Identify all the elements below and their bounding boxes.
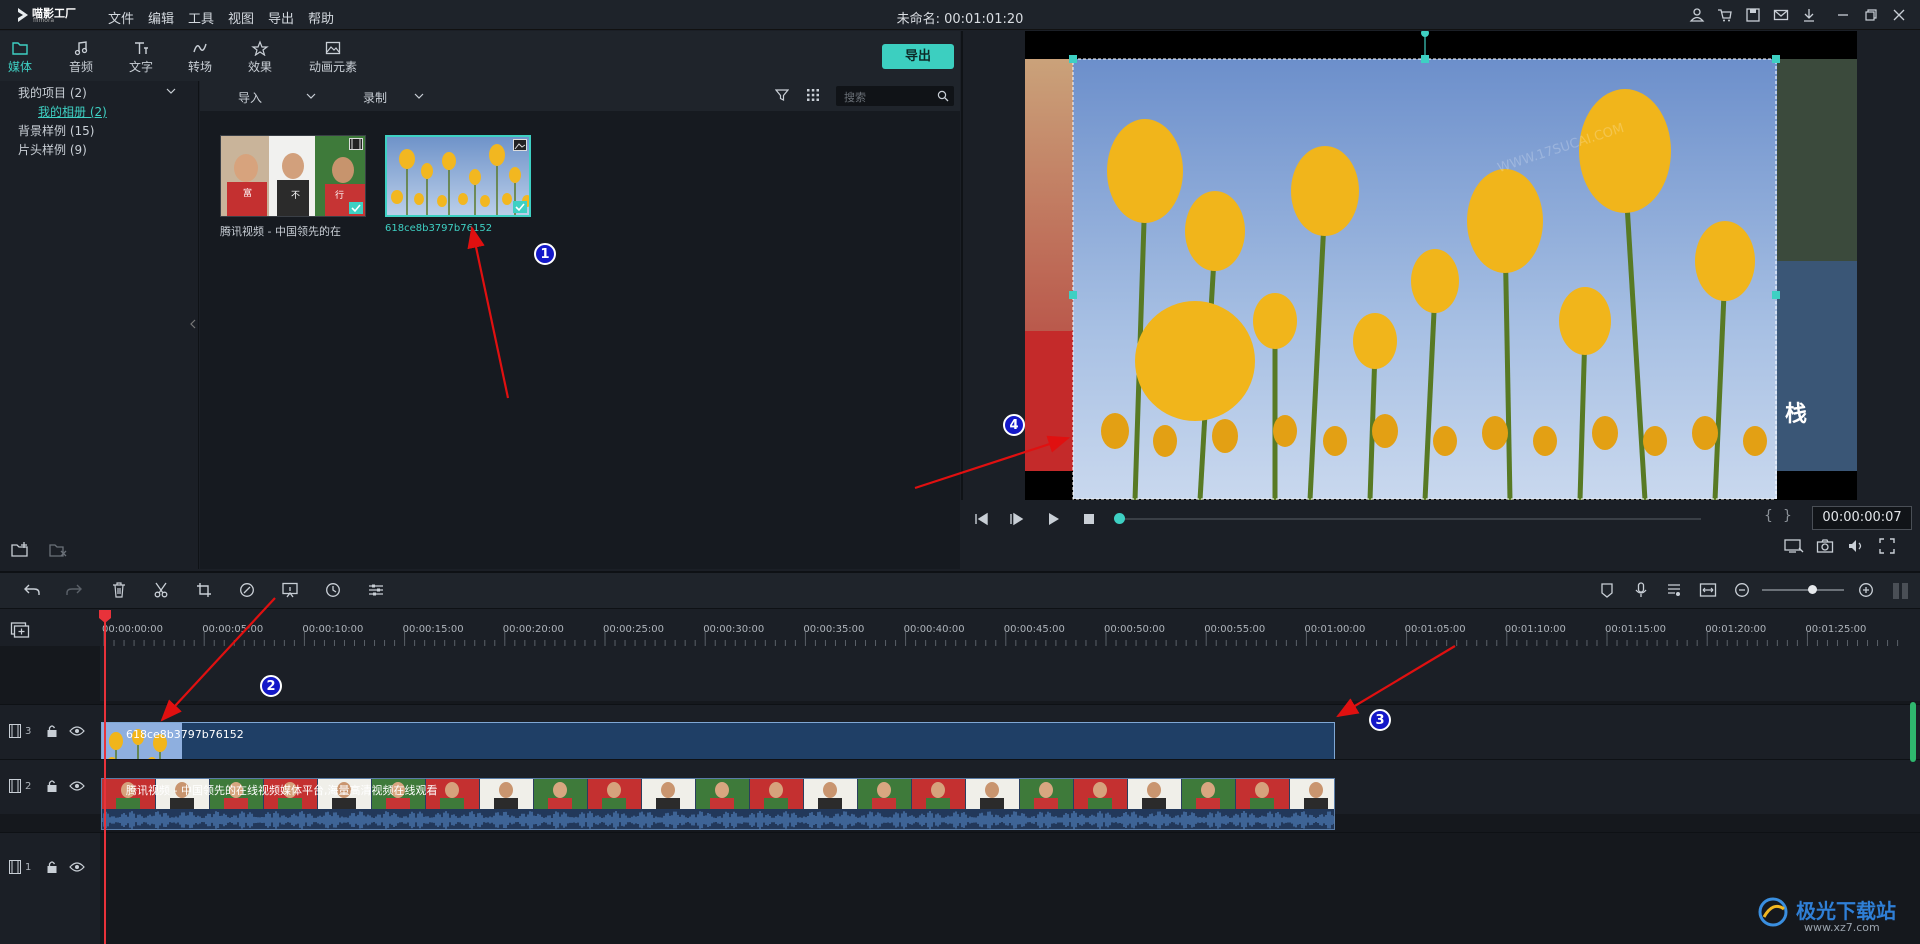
site-watermark: 极光下载站 www.xz7.com <box>1758 893 1914 939</box>
site-logo-icon <box>1758 897 1788 927</box>
callout-badge-4: 4 <box>1003 414 1025 436</box>
site-url: www.xz7.com <box>1804 921 1880 934</box>
app-window: 喵影工厂 filmora 文件 编辑 工具 视图 导出 帮助 未命名: 00:0… <box>0 0 1920 944</box>
callout-badge-1: 1 <box>534 243 556 265</box>
callout-badge-2: 2 <box>260 675 282 697</box>
annotation-arrows <box>160 225 1456 722</box>
callout-badge-3: 3 <box>1369 709 1391 731</box>
site-name: 极光下载站 <box>1796 899 1896 923</box>
